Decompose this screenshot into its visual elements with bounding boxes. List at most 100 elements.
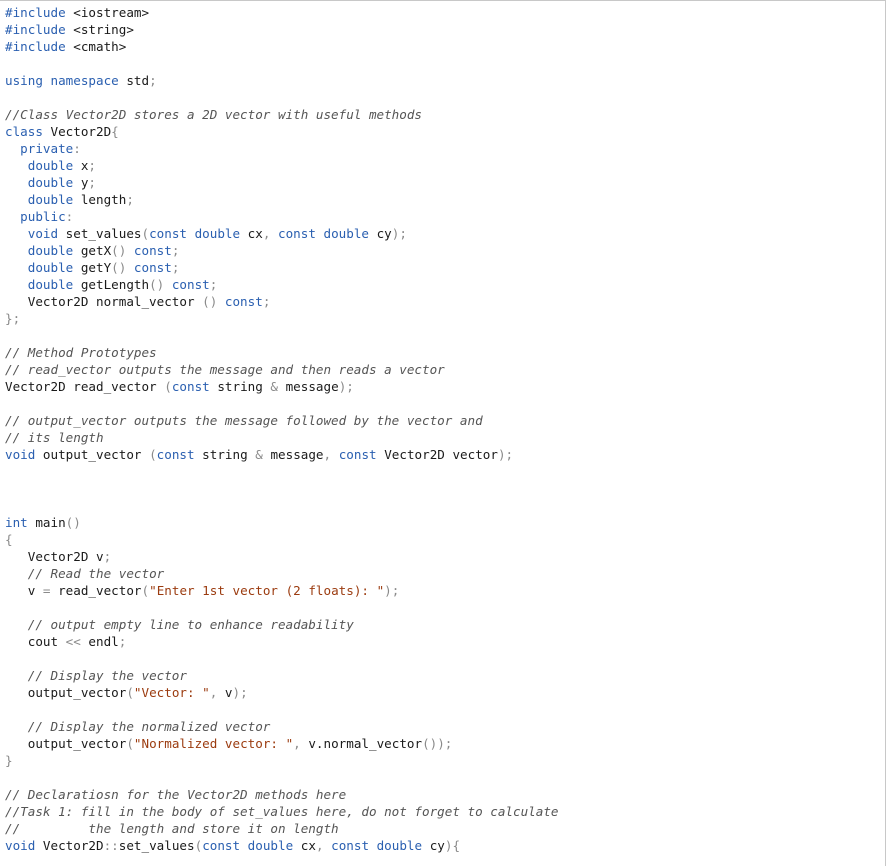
code-token: , bbox=[293, 736, 309, 751]
code-token: length bbox=[73, 192, 127, 207]
code-token: double bbox=[27, 260, 74, 275]
code-line: output_vector("Normalized vector: ", v.n… bbox=[5, 735, 880, 752]
code-token: ); bbox=[338, 379, 354, 394]
code-token: Vector2D bbox=[35, 838, 104, 853]
code-token: :: bbox=[103, 838, 119, 853]
code-token: output_vector bbox=[35, 447, 150, 462]
code-token: = bbox=[42, 583, 51, 598]
code-token: output_vector bbox=[5, 736, 127, 751]
code-token: cout bbox=[5, 634, 66, 649]
code-line: Vector2D v; bbox=[5, 548, 880, 565]
code-token: ( bbox=[149, 447, 157, 462]
code-token: ); bbox=[497, 447, 514, 462]
code-token: Vector2D read_vector bbox=[5, 379, 165, 394]
code-token: "Vector: " bbox=[133, 685, 210, 700]
code-token: const double bbox=[278, 226, 370, 241]
code-token: ( bbox=[164, 379, 172, 394]
code-line: void Vector2D::set_values(const double c… bbox=[5, 837, 880, 854]
code-token: // output empty line to enhance readabil… bbox=[27, 617, 354, 632]
code-token: () bbox=[202, 294, 225, 309]
code-token: <iostream> bbox=[65, 5, 150, 20]
code-line: Vector2D normal_vector () const; bbox=[5, 293, 880, 310]
code-token: ; bbox=[88, 175, 97, 190]
code-token: , bbox=[209, 685, 225, 700]
code-line: int main() bbox=[5, 514, 880, 531]
code-token: // Declaratiosn for the Vector2D methods… bbox=[5, 787, 347, 802]
code-token: string bbox=[194, 447, 256, 462]
code-token: ( bbox=[141, 226, 150, 241]
code-token: ; bbox=[262, 294, 271, 309]
code-line: double length; bbox=[5, 191, 880, 208]
code-line: cout << endl; bbox=[5, 633, 880, 650]
code-line: // Display the vector bbox=[5, 667, 880, 684]
code-token: x bbox=[73, 158, 89, 173]
code-token: ; bbox=[118, 634, 127, 649]
code-line: void set_values(const double cx, const d… bbox=[5, 225, 880, 242]
code-token: double bbox=[27, 158, 74, 173]
code-token: #include bbox=[5, 39, 66, 54]
code-token: : bbox=[73, 141, 81, 156]
code-token: const double bbox=[149, 226, 241, 241]
code-token: //Task 1: fill in the body of set_values… bbox=[5, 804, 559, 819]
code-token: ( bbox=[126, 685, 134, 700]
code-token: () bbox=[149, 277, 172, 292]
code-line: // Declaratiosn for the Vector2D methods… bbox=[5, 786, 880, 803]
code-token: int bbox=[5, 515, 28, 530]
code-area[interactable]: #include <iostream> #include <string> #inc… bbox=[5, 4, 880, 854]
code-token: () bbox=[111, 260, 134, 275]
code-line: // Display the normalized vector bbox=[5, 718, 880, 735]
code-token: cy bbox=[369, 226, 392, 241]
code-line: // output_vector outputs the message fol… bbox=[5, 412, 880, 429]
code-token: const bbox=[156, 447, 195, 462]
code-token: const double bbox=[202, 838, 294, 853]
code-token: using namespace bbox=[5, 73, 119, 88]
code-token: double bbox=[27, 175, 74, 190]
code-token: public bbox=[20, 209, 66, 224]
code-line: Vector2D read_vector (const string & mes… bbox=[5, 378, 880, 395]
code-line: double getLength() const; bbox=[5, 276, 880, 293]
code-token: const bbox=[224, 294, 263, 309]
code-token: void bbox=[27, 226, 59, 241]
code-token: const bbox=[133, 260, 172, 275]
code-line: void output_vector (const string & messa… bbox=[5, 446, 880, 463]
code-line: // the length and store it on length bbox=[5, 820, 880, 837]
code-token: , bbox=[323, 447, 339, 462]
code-token: Vector2D vector bbox=[376, 447, 498, 462]
code-token: // Display the normalized vector bbox=[27, 719, 271, 734]
code-token: #include bbox=[5, 5, 66, 20]
code-token: std bbox=[118, 73, 150, 88]
code-token: ; bbox=[88, 158, 97, 173]
code-token: & bbox=[270, 379, 279, 394]
code-token: v bbox=[5, 583, 43, 598]
code-token: void bbox=[5, 447, 36, 462]
code-line: // its length bbox=[5, 429, 880, 446]
code-line: private: bbox=[5, 140, 880, 157]
code-token: //Class Vector2D stores a 2D vector with… bbox=[5, 107, 423, 122]
code-editor[interactable]: #include <iostream> #include <string> #inc… bbox=[0, 0, 886, 866]
code-token: endl bbox=[80, 634, 119, 649]
code-token: const bbox=[338, 447, 377, 462]
code-token: cy bbox=[422, 838, 445, 853]
code-token: Vector2D v bbox=[5, 549, 104, 564]
code-line: { bbox=[5, 531, 880, 548]
code-token: cx bbox=[240, 226, 263, 241]
code-token: Vector2D normal_vector bbox=[5, 294, 203, 309]
code-token: { bbox=[111, 124, 119, 139]
code-token: // Method Prototypes bbox=[5, 345, 157, 360]
code-line: #include <string> bbox=[5, 21, 880, 38]
code-token: // Read the vector bbox=[27, 566, 165, 581]
code-line: double getY() const; bbox=[5, 259, 880, 276]
